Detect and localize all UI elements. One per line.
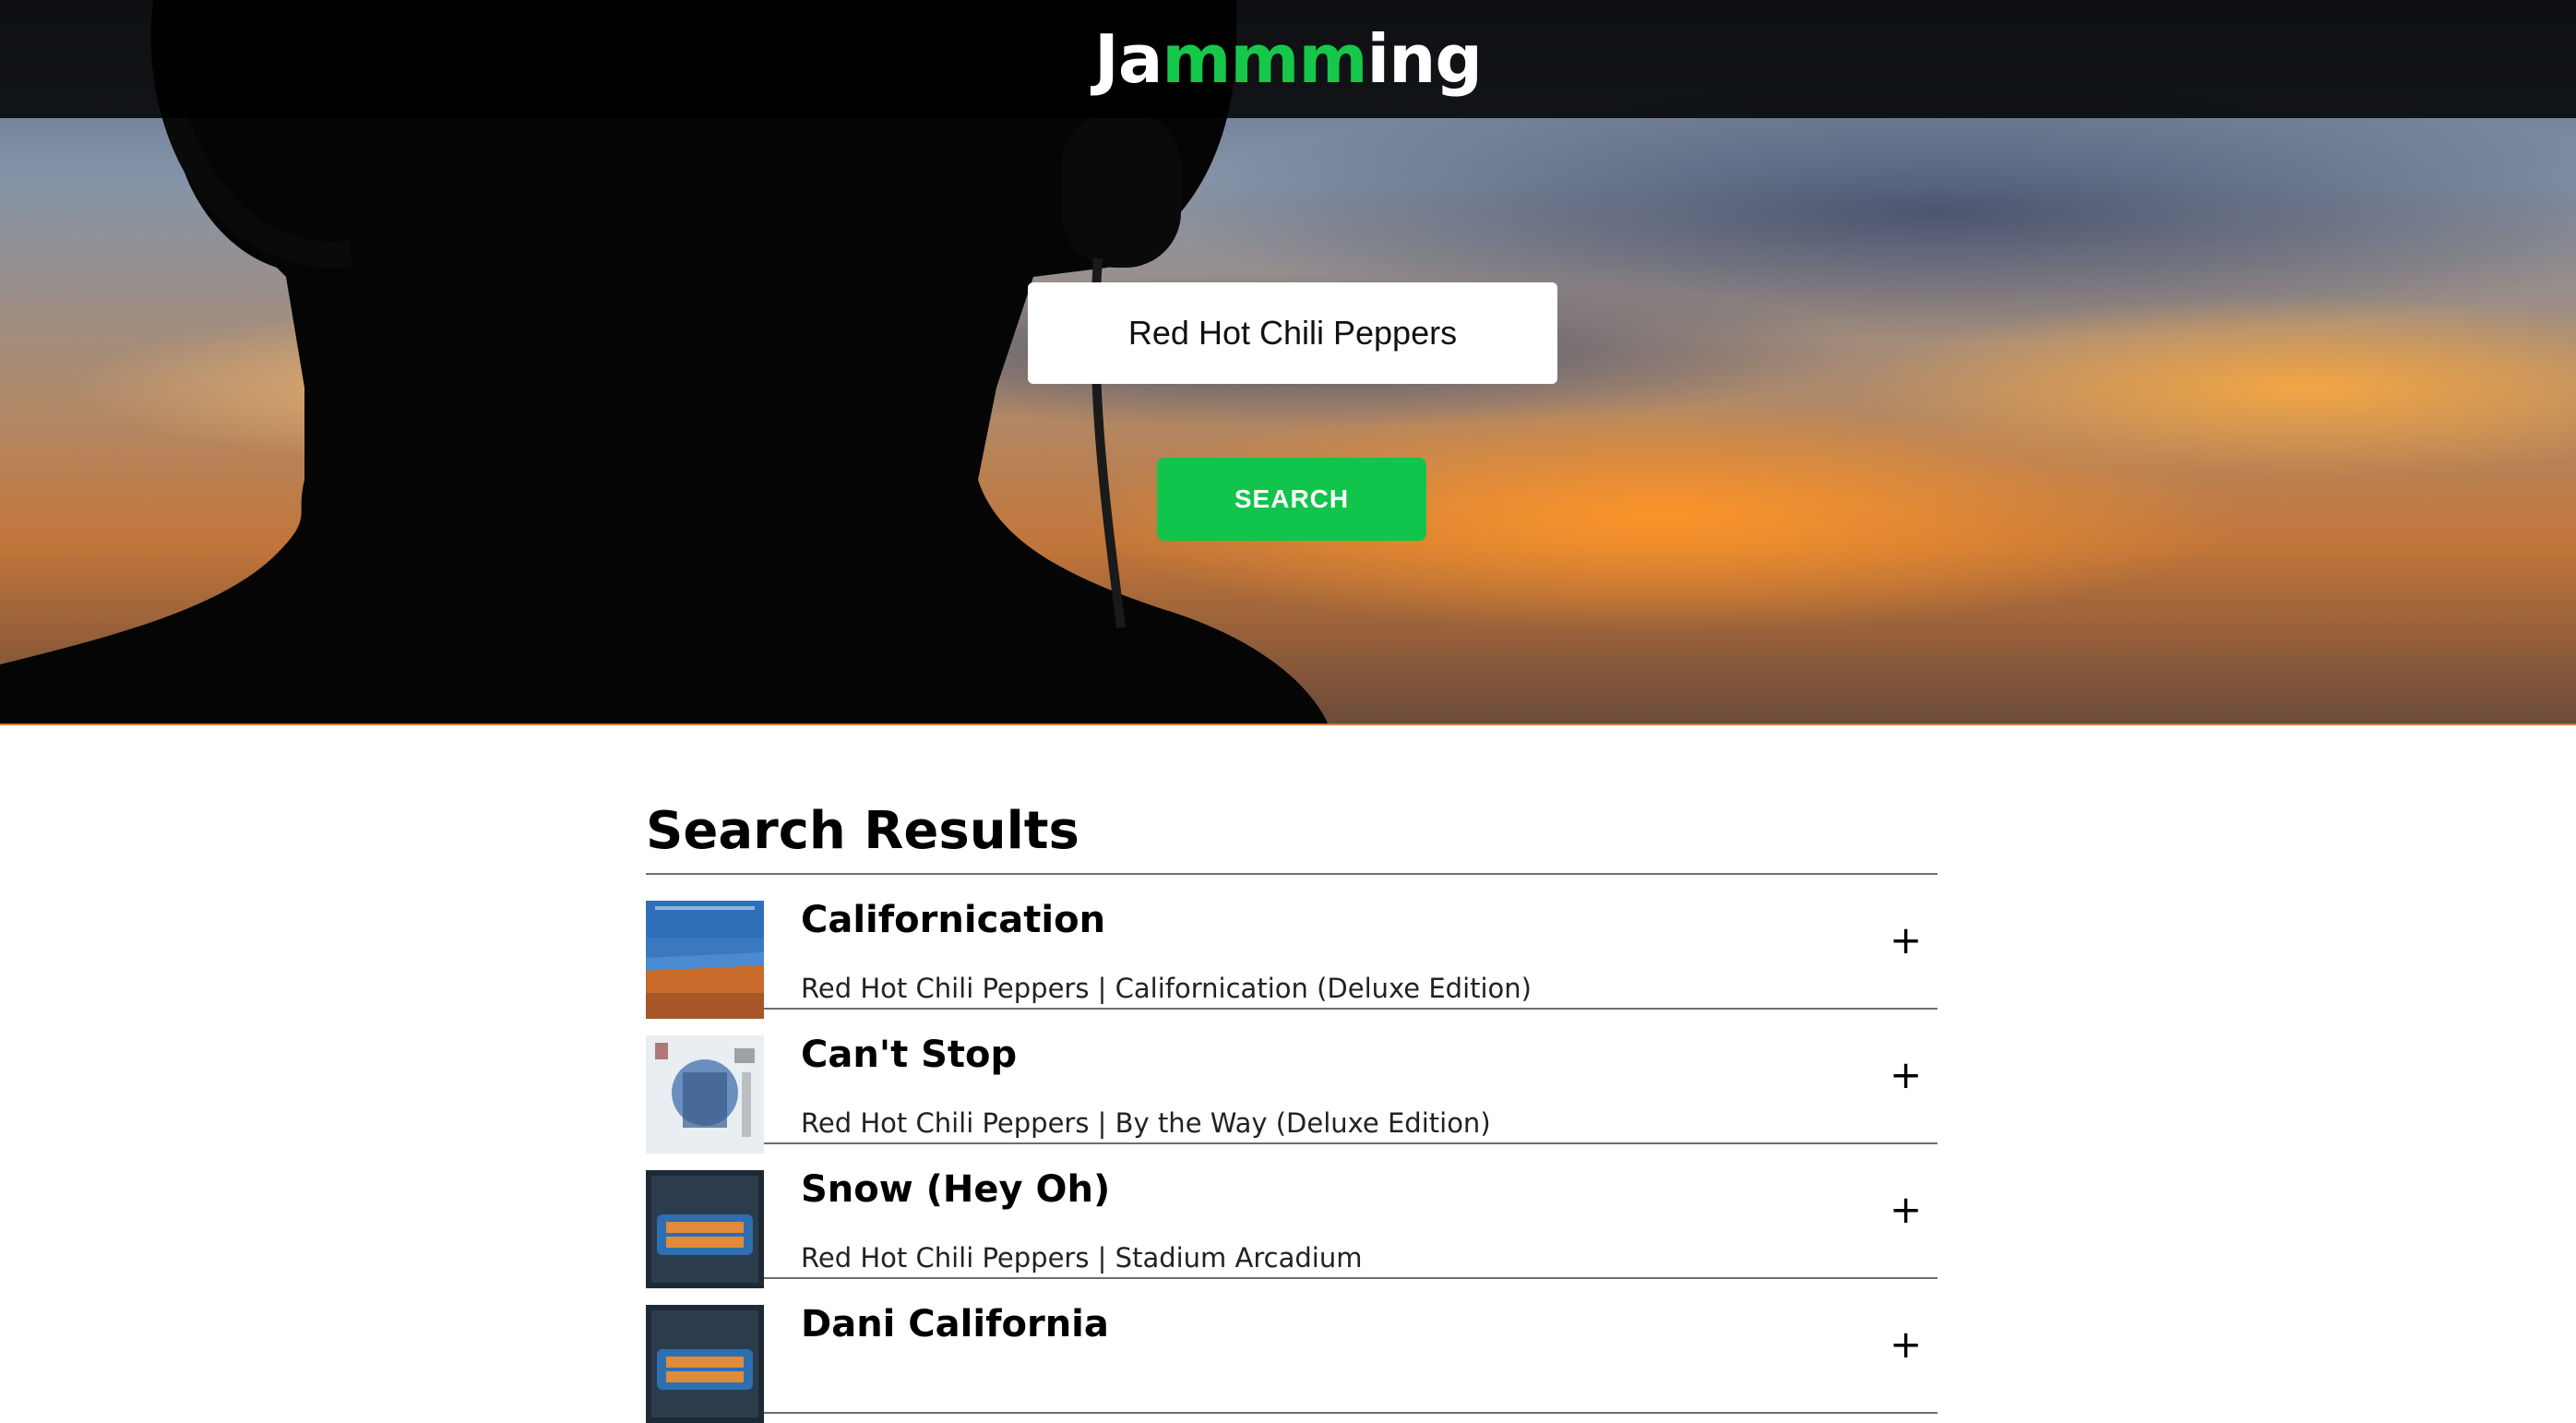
track-name: Snow (Hey Oh) <box>801 1168 1111 1211</box>
track-name: Can't Stop <box>801 1034 1018 1076</box>
track-info: Red Hot Chili Peppers | Stadium Arcadium <box>801 1242 1363 1274</box>
track-info: Red Hot Chili Peppers | By the Way (Delu… <box>801 1107 1491 1139</box>
plus-icon[interactable]: + <box>1884 1190 1922 1229</box>
plus-icon[interactable]: + <box>1884 921 1922 960</box>
logo-part-accent: mmm <box>1162 20 1367 98</box>
track-name: Californication <box>801 899 1106 941</box>
hero-divider <box>0 723 2576 725</box>
track-name: Dani California <box>801 1303 1109 1345</box>
album-art <box>646 1035 764 1154</box>
track-info: Red Hot Chili Peppers | Californication … <box>801 973 1532 1004</box>
logo-part-3: ing <box>1366 20 1482 98</box>
album-art <box>646 1170 764 1288</box>
app-logo: Jammming <box>1094 20 1483 98</box>
search-button[interactable]: SEARCH <box>1157 458 1426 541</box>
logo-part-1: Ja <box>1094 20 1163 98</box>
track-row: Californication Red Hot Chili Peppers | … <box>646 875 1938 1019</box>
track-row: Snow (Hey Oh) Red Hot Chili Peppers | St… <box>646 1144 1938 1288</box>
search-results-panel: Search Results Californication Red Hot C… <box>646 775 1938 1423</box>
album-art <box>646 901 764 1019</box>
album-art <box>646 1305 764 1423</box>
track-row: Dani California + <box>646 1279 1938 1423</box>
search-input[interactable] <box>1028 282 1557 384</box>
plus-icon[interactable]: + <box>1884 1056 1922 1094</box>
app-header: Jammming <box>0 0 2576 118</box>
search-results-title: Search Results <box>646 801 1079 861</box>
plus-icon[interactable]: + <box>1884 1325 1922 1364</box>
track-row: Can't Stop Red Hot Chili Peppers | By th… <box>646 1010 1938 1154</box>
